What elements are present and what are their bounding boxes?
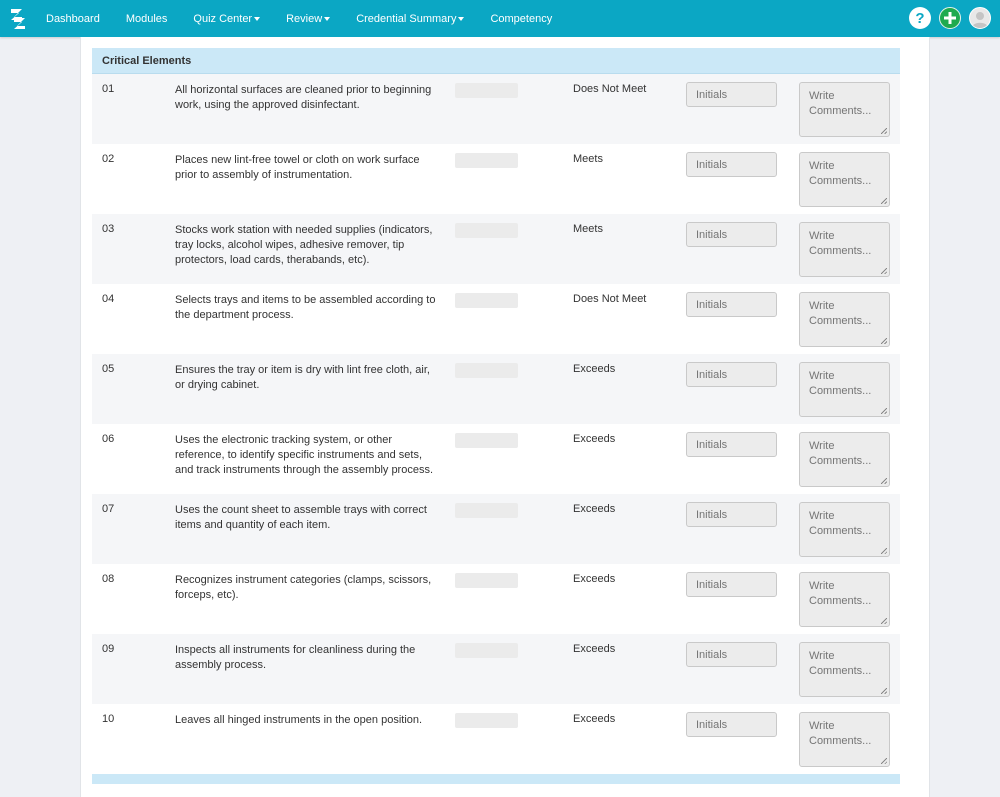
add-icon[interactable] xyxy=(939,7,961,29)
element-description: Ensures the tray or item is dry with lin… xyxy=(175,364,430,391)
help-icon[interactable]: ? xyxy=(909,7,931,29)
nav-item-review[interactable]: Review xyxy=(286,12,331,25)
nav-item-label: Dashboard xyxy=(46,12,100,25)
top-navbar: Dashboard Modules Quiz Center Review Credent… xyxy=(0,0,1000,37)
initials-input[interactable] xyxy=(686,222,777,247)
nav-item-label: Credential Summary xyxy=(356,12,457,25)
rating-value: Exceeds xyxy=(573,503,616,515)
element-description: Recognizes instrument categories (clamps… xyxy=(175,574,432,601)
nav-item-quiz-center[interactable]: Quiz Center xyxy=(193,12,261,25)
user-avatar-icon[interactable] xyxy=(969,7,991,29)
element-description: All horizontal surfaces are cleaned prio… xyxy=(175,84,432,111)
rating-value: Exceeds xyxy=(573,363,616,375)
nav-menu: Dashboard Modules Quiz Center Review Credent… xyxy=(46,13,578,25)
rating-value: Exceeds xyxy=(573,433,616,445)
element-description: Inspects all instruments for cleanliness… xyxy=(175,644,416,671)
element-number: 05 xyxy=(102,363,115,375)
placeholder-bar xyxy=(455,713,518,728)
rating-value: Does Not Meet xyxy=(573,83,647,95)
initials-input[interactable] xyxy=(686,152,777,177)
initials-input[interactable] xyxy=(686,572,777,597)
table-row: 04 Selects trays and items to be assemble… xyxy=(92,284,900,354)
placeholder-bar xyxy=(455,223,518,238)
app-logo-icon[interactable] xyxy=(7,6,29,32)
placeholder-bar xyxy=(455,643,518,658)
element-description: Uses the count sheet to assemble trays w… xyxy=(175,504,427,531)
next-section-header xyxy=(92,774,900,784)
placeholder-bar xyxy=(455,363,518,378)
table-row: 02 Places new lint-free towel or cloth on… xyxy=(92,144,900,214)
nav-item-credential-summary[interactable]: Credential Summary xyxy=(356,12,465,25)
comments-textarea[interactable] xyxy=(799,572,890,627)
critical-elements-list: 01 All horizontal surfaces are cleaned pr… xyxy=(92,74,900,774)
placeholder-bar xyxy=(455,573,518,588)
element-number: 07 xyxy=(102,503,115,515)
initials-input[interactable] xyxy=(686,712,777,737)
comments-textarea[interactable] xyxy=(799,362,890,417)
table-row: 05 Ensures the tray or item is dry with l… xyxy=(92,354,900,424)
content-panel: Critical Elements 01 All horizontal surfa… xyxy=(80,37,930,797)
element-description: Uses the electronic tracking system, or … xyxy=(175,434,434,476)
element-number: 02 xyxy=(102,153,115,165)
comments-textarea[interactable] xyxy=(799,502,890,557)
nav-item-label: Quiz Center xyxy=(193,12,253,25)
nav-item-competency[interactable]: Competency xyxy=(490,13,552,25)
caret-down-icon xyxy=(324,17,331,21)
element-number: 10 xyxy=(102,713,115,725)
caret-down-icon xyxy=(458,17,465,21)
comments-textarea[interactable] xyxy=(799,642,890,697)
comments-textarea[interactable] xyxy=(799,152,890,207)
placeholder-bar xyxy=(455,293,518,308)
table-row: 06 Uses the electronic tracking system, o… xyxy=(92,424,900,494)
table-row: 09 Inspects all instruments for cleanline… xyxy=(92,634,900,704)
rating-value: Meets xyxy=(573,153,603,165)
comments-textarea[interactable] xyxy=(799,82,890,137)
element-description: Leaves all hinged instruments in the ope… xyxy=(175,714,423,726)
comments-textarea[interactable] xyxy=(799,712,890,767)
initials-input[interactable] xyxy=(686,292,777,317)
initials-input[interactable] xyxy=(686,642,777,667)
element-number: 03 xyxy=(102,223,115,235)
initials-input[interactable] xyxy=(686,432,777,457)
section-header: Critical Elements xyxy=(92,48,900,74)
table-row: 01 All horizontal surfaces are cleaned pr… xyxy=(92,74,900,144)
table-row: 03 Stocks work station with needed suppli… xyxy=(92,214,900,284)
element-number: 01 xyxy=(102,83,115,95)
nav-item-label: Modules xyxy=(125,12,168,25)
initials-input[interactable] xyxy=(686,362,777,387)
element-number: 09 xyxy=(102,643,115,655)
comments-textarea[interactable] xyxy=(799,222,890,277)
rating-value: Exceeds xyxy=(573,643,616,655)
element-description: Places new lint-free towel or cloth on w… xyxy=(175,154,420,181)
caret-down-icon xyxy=(254,17,261,21)
initials-input[interactable] xyxy=(686,502,777,527)
element-number: 08 xyxy=(102,573,115,585)
element-number: 06 xyxy=(102,433,115,445)
nav-item-dashboard[interactable]: Dashboard xyxy=(46,13,100,25)
element-number: 04 xyxy=(102,293,115,305)
table-row: 07 Uses the count sheet to assemble trays… xyxy=(92,494,900,564)
rating-value: Exceeds xyxy=(573,713,616,725)
nav-item-label: Review xyxy=(286,12,323,25)
element-description: Stocks work station with needed supplies… xyxy=(175,224,433,266)
placeholder-bar xyxy=(455,503,518,518)
placeholder-bar xyxy=(455,153,518,168)
table-row: 08 Recognizes instrument categories (clam… xyxy=(92,564,900,634)
initials-input[interactable] xyxy=(686,82,777,107)
comments-textarea[interactable] xyxy=(799,432,890,487)
rating-value: Does Not Meet xyxy=(573,293,647,305)
rating-value: Meets xyxy=(573,223,603,235)
rating-value: Exceeds xyxy=(573,573,616,585)
svg-text:?: ? xyxy=(915,10,924,27)
nav-item-label: Competency xyxy=(490,12,553,25)
element-description: Selects trays and items to be assembled … xyxy=(175,294,436,321)
placeholder-bar xyxy=(455,83,518,98)
section-title: Critical Elements xyxy=(102,54,192,67)
comments-textarea[interactable] xyxy=(799,292,890,347)
placeholder-bar xyxy=(455,433,518,448)
nav-item-modules[interactable]: Modules xyxy=(126,13,168,25)
table-row: 10 Leaves all hinged instruments in the o… xyxy=(92,704,900,774)
nav-actions: ? xyxy=(901,7,991,29)
